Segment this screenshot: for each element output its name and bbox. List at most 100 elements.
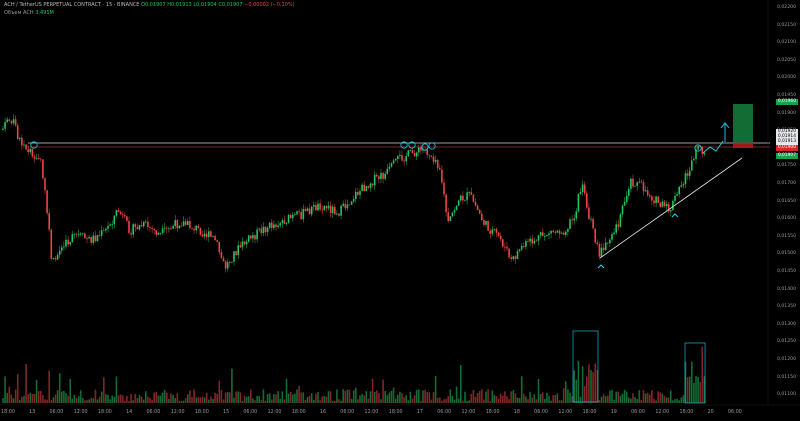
- candle-body: [644, 190, 647, 192]
- volume-bar: [638, 390, 641, 403]
- candle-body: [676, 194, 678, 196]
- candle-body: [61, 247, 63, 251]
- candle-body: [499, 235, 502, 240]
- price-axis-label: 0,01300: [777, 321, 796, 327]
- volume-bar: [592, 372, 594, 403]
- candle-body: [600, 247, 603, 257]
- volume-bar: [79, 390, 82, 403]
- support-trendline[interactable]: [599, 157, 743, 259]
- volume-bar: [121, 395, 124, 403]
- volume-bar: [405, 395, 407, 403]
- volume-bar: [357, 399, 359, 403]
- candle-body: [567, 228, 569, 232]
- candle-body: [483, 219, 485, 225]
- volume-bar: [636, 399, 638, 403]
- candle-body: [336, 213, 338, 215]
- candle-body: [430, 155, 433, 157]
- candle-body: [611, 234, 613, 240]
- candle-body: [111, 224, 113, 225]
- candle-body: [680, 185, 683, 187]
- time-axis-label: 18:00: [98, 410, 112, 415]
- volume-bar: [619, 395, 622, 403]
- volume-bar: [168, 398, 170, 403]
- candle-body: [586, 193, 588, 208]
- symbol-header[interactable]: ACH / TetherUS PERPETUAL CONTRACT · 15 ·…: [4, 2, 295, 8]
- candle-body: [323, 206, 326, 210]
- price-axis-label: 0,01600: [777, 216, 796, 222]
- candle-body: [48, 213, 50, 230]
- candle-body: [535, 240, 538, 242]
- candle-body: [397, 156, 399, 159]
- candle-body: [319, 203, 321, 210]
- volume-bar: [103, 377, 105, 403]
- volume-bar: [529, 391, 531, 403]
- volume-bar: [260, 399, 263, 403]
- time-axis-label: 12:00: [461, 410, 476, 415]
- candle-body: [256, 229, 258, 240]
- candle-body: [411, 150, 414, 153]
- volume-bar: [241, 400, 244, 403]
- candle-body: [529, 238, 531, 242]
- candle-body: [342, 203, 344, 206]
- volume-bar: [214, 392, 216, 403]
- candle-body: [174, 220, 176, 226]
- candle-body: [441, 169, 443, 183]
- volume-bar: [449, 389, 452, 403]
- volume-bar: [672, 400, 674, 403]
- candle-body: [346, 204, 349, 209]
- volume-bar: [554, 394, 557, 403]
- chart-canvas[interactable]: [0, 0, 800, 421]
- price-tag: 0,01907: [775, 153, 798, 159]
- candle-body: [504, 246, 506, 248]
- candle-body: [279, 223, 281, 226]
- volume-bar: [252, 398, 254, 403]
- volume-bar: [682, 395, 685, 403]
- candle-body: [331, 206, 334, 214]
- volume-legend[interactable]: Объем ACH 3,491M: [4, 10, 54, 16]
- volume-bar: [670, 390, 672, 403]
- volume-bar: [590, 370, 592, 403]
- volume-bar: [468, 400, 470, 403]
- candle-body: [176, 220, 179, 229]
- volume-bar: [573, 370, 575, 403]
- volume-bar: [237, 391, 239, 403]
- volume-indicator-label: Объем: [4, 10, 22, 16]
- candle-body: [405, 156, 407, 162]
- volume-bar: [149, 397, 151, 403]
- candle-body: [541, 232, 544, 237]
- volume-bar: [665, 397, 668, 403]
- time-axis-label: 13: [29, 410, 36, 415]
- volume-bar: [426, 392, 428, 403]
- candle-body: [172, 225, 174, 229]
- candle-body: [571, 219, 573, 221]
- volume-bar: [302, 392, 305, 403]
- volume-bar: [651, 390, 653, 403]
- candle-body: [550, 230, 552, 234]
- candle-body: [166, 227, 168, 229]
- candle-body: [533, 240, 536, 244]
- volume-bar: [161, 392, 164, 403]
- volume-bar: [686, 377, 689, 403]
- volume-bar: [523, 393, 525, 403]
- volume-bar: [642, 390, 645, 403]
- volume-bar: [33, 393, 36, 403]
- candle-body: [19, 137, 21, 139]
- candle-body: [12, 119, 15, 124]
- candle-body: [302, 208, 305, 220]
- volume-bar: [134, 393, 137, 403]
- volume-bar: [508, 399, 510, 403]
- time-axis-label: 18: [513, 410, 520, 415]
- price-axis-label: 0,01350: [777, 304, 796, 310]
- candle-body: [466, 192, 468, 201]
- candle-body: [701, 146, 704, 155]
- volume-bar: [195, 397, 197, 403]
- volume-bar: [340, 400, 342, 403]
- candle-body: [390, 163, 393, 167]
- volume-bar: [105, 394, 107, 403]
- volume-bar: [271, 399, 273, 403]
- volume-bar: [147, 396, 149, 403]
- volume-bar: [399, 391, 401, 403]
- volume-bar: [514, 393, 517, 403]
- volume-bar: [409, 391, 412, 403]
- candle-body: [214, 236, 216, 241]
